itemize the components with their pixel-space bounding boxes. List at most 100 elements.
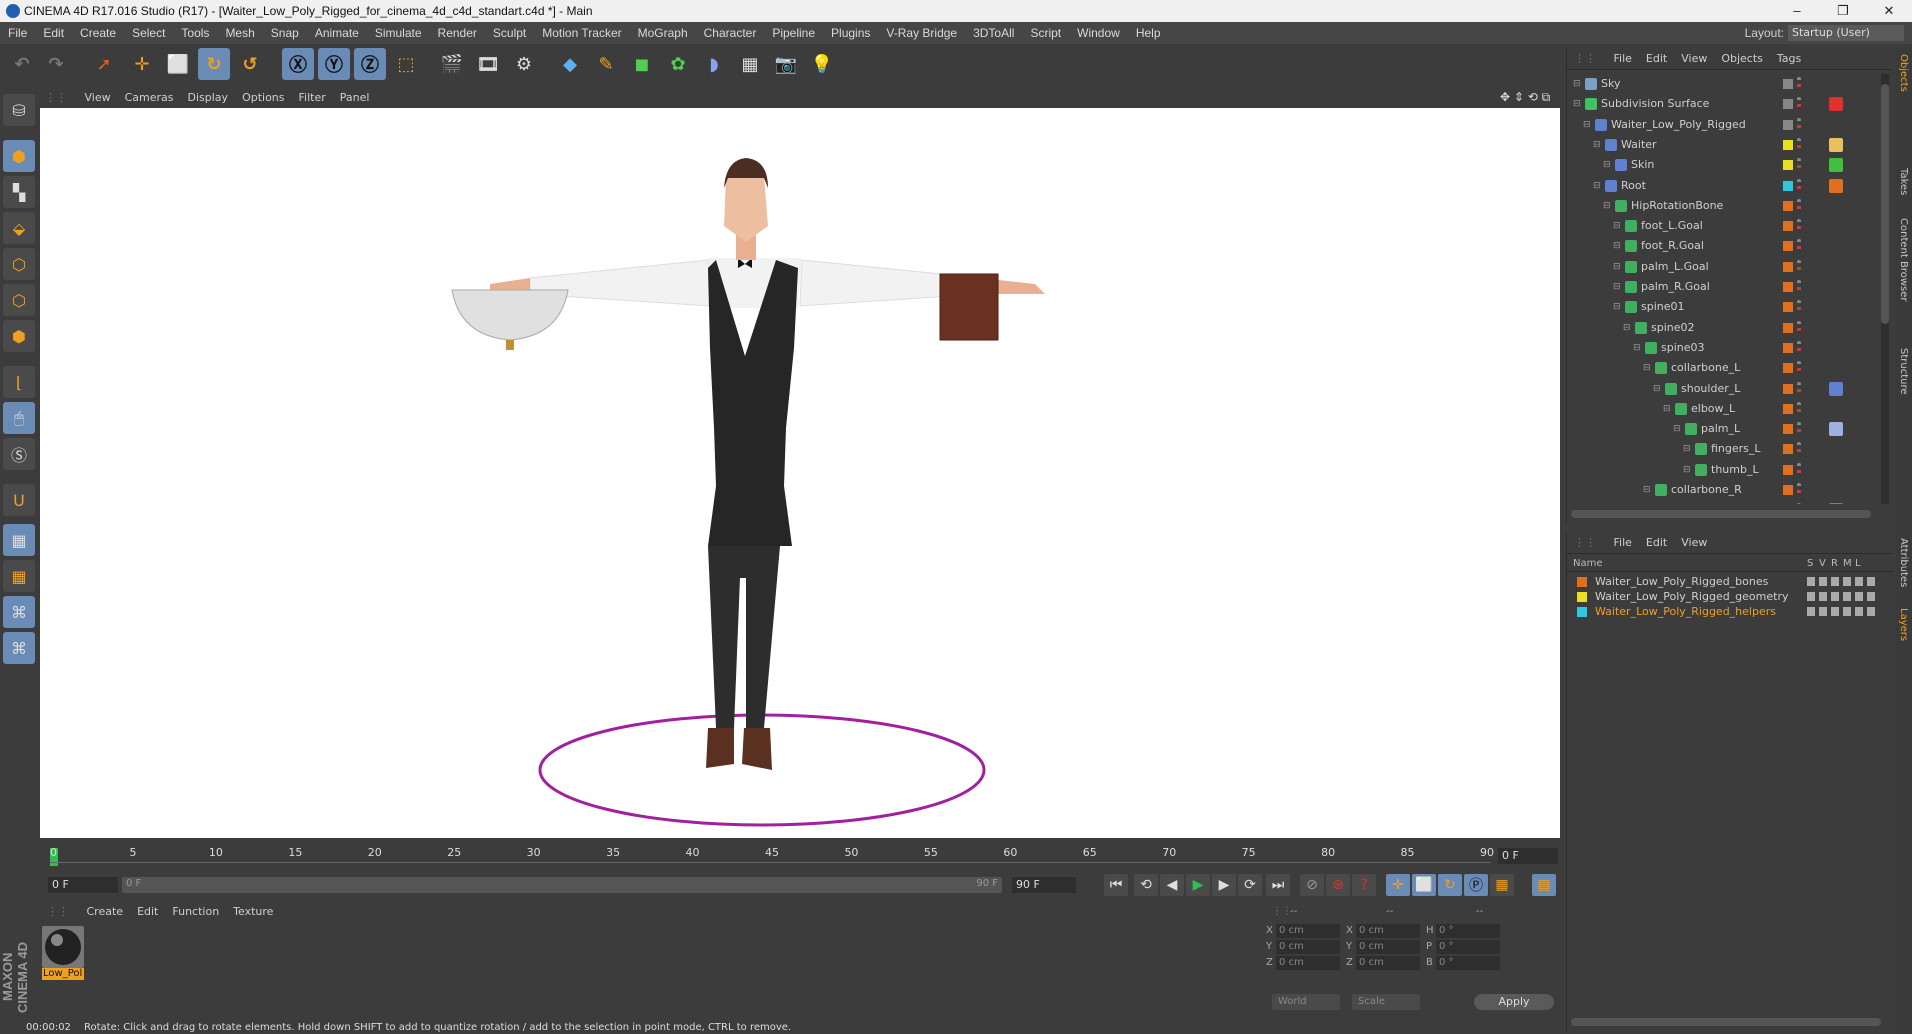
menu-render[interactable]: Render (430, 22, 485, 44)
object-row[interactable]: ⊟ palm_R.Goal (1569, 277, 1889, 297)
object-name[interactable]: collarbone_R (1671, 480, 1742, 500)
key-scale-icon[interactable]: ⬜ (1412, 874, 1436, 896)
expand-icon[interactable]: ⊟ (1623, 318, 1635, 333)
array-icon[interactable]: ✿ (662, 48, 694, 80)
menu-character[interactable]: Character (696, 22, 765, 44)
object-manager-h-scrollbar[interactable] (1571, 510, 1871, 518)
next-key-icon[interactable]: ⟳ (1238, 874, 1262, 896)
menu-mesh[interactable]: Mesh (217, 22, 262, 44)
key-rotation-icon[interactable]: ↻ (1438, 874, 1462, 896)
menu-select[interactable]: Select (124, 22, 173, 44)
viewport-menu-options[interactable]: Options (235, 88, 291, 108)
object-tag-icon[interactable] (1829, 137, 1843, 152)
menu-help[interactable]: Help (1128, 22, 1169, 44)
object-name[interactable]: shoulder_L (1681, 379, 1740, 399)
object-menu-edit[interactable]: Edit (1639, 48, 1674, 70)
floor-icon[interactable]: ▦ (734, 48, 766, 80)
timeline-ruler[interactable]: 0 5 10 15 20 25 30 35 40 45 50 55 60 65 70 75 80 85 90 (50, 842, 1494, 868)
visibility-dots-icon[interactable] (1797, 300, 1801, 315)
object-name[interactable]: Subdivision Surface (1601, 94, 1709, 114)
polygons-mode-icon[interactable]: ⬢ (3, 320, 35, 352)
expand-icon[interactable]: ⊟ (1643, 480, 1655, 495)
object-row[interactable]: ⊟ Waiter (1569, 135, 1889, 155)
menu-mograph[interactable]: MoGraph (630, 22, 696, 44)
layer-row[interactable]: Waiter_Low_Poly_Rigged_bones (1573, 574, 1883, 589)
current-frame-field[interactable]: 0 F (1498, 848, 1558, 864)
object-row[interactable]: ⊟ fingers_L (1569, 439, 1889, 459)
undo-icon[interactable]: ↶ (6, 48, 38, 80)
autokey-icon[interactable]: ⊛ (1326, 874, 1350, 896)
coord-value-field[interactable]: 0 cm (1276, 940, 1340, 954)
layer-color-swatch[interactable] (1783, 99, 1793, 110)
previous-frame-icon[interactable]: ◀ (1160, 874, 1184, 896)
expand-icon[interactable]: ⊟ (1683, 439, 1695, 454)
coord-value-field[interactable]: 0 cm (1356, 956, 1420, 970)
viewport-menu-cameras[interactable]: Cameras (118, 88, 181, 108)
coord-value-field[interactable]: 0 ° (1436, 956, 1500, 970)
object-menu-view[interactable]: View (1674, 48, 1714, 70)
visibility-dots-icon[interactable] (1797, 178, 1801, 193)
object-row[interactable]: ⊟ HipRotationBone (1569, 196, 1889, 216)
layer-color-swatch[interactable] (1783, 180, 1793, 191)
visibility-dots-icon[interactable] (1797, 137, 1801, 152)
start-frame-field[interactable]: 0 F (48, 877, 118, 893)
rotate-view-icon[interactable]: ⟲ (1528, 90, 1538, 104)
layer-menu-edit[interactable]: Edit (1639, 532, 1674, 554)
python-script-icon[interactable]: ⌘ (3, 632, 35, 664)
expand-icon[interactable]: ⊟ (1683, 460, 1695, 475)
layer-name[interactable]: Waiter_Low_Poly_Rigged_geometry (1595, 589, 1789, 604)
timeline[interactable]: 0 5 10 15 20 25 30 35 40 45 50 55 60 65 70 75 80 85 90 0 F (40, 840, 1560, 872)
y-axis-icon[interactable]: Ⓨ (318, 48, 350, 80)
key-position-icon[interactable]: ✛ (1386, 874, 1410, 896)
layer-color-swatch[interactable] (1783, 139, 1793, 150)
layer-color-swatch[interactable] (1783, 383, 1793, 394)
visibility-dots-icon[interactable] (1797, 198, 1801, 213)
object-tag-icon[interactable] (1829, 158, 1843, 173)
object-row[interactable]: ⊟ foot_L.Goal (1569, 216, 1889, 236)
object-row[interactable]: ⊟ Waiter_Low_Poly_Rigged (1569, 115, 1889, 135)
object-name[interactable]: Waiter (1621, 135, 1657, 155)
expand-icon[interactable]: ⊟ (1593, 135, 1605, 150)
object-name[interactable]: shoulder_R (1681, 500, 1742, 504)
object-row[interactable]: ⊟ elbow_L (1569, 399, 1889, 419)
expand-icon[interactable]: ⊟ (1653, 500, 1665, 504)
viewport-menu-filter[interactable]: Filter (292, 88, 333, 108)
expand-icon[interactable]: ⊟ (1663, 399, 1675, 414)
object-name[interactable]: Skin (1631, 155, 1654, 175)
object-tag-icon[interactable] (1829, 97, 1843, 112)
right-tab-structure[interactable]: Structure (1898, 348, 1909, 395)
play-icon[interactable]: ▶ (1186, 874, 1210, 896)
snapping-icon[interactable]: Ⓢ (3, 438, 35, 470)
expand-icon[interactable]: ⊟ (1613, 297, 1625, 312)
viewport-menu-display[interactable]: Display (181, 88, 236, 108)
render-settings-icon[interactable]: ⚙ (508, 48, 540, 80)
layer-flags-icon[interactable] (1807, 577, 1877, 586)
menu-edit[interactable]: Edit (35, 22, 72, 44)
timeline-window-icon[interactable]: ▤ (1532, 874, 1556, 896)
go-to-end-icon[interactable]: ⏭ (1266, 874, 1290, 896)
layer-name[interactable]: Waiter_Low_Poly_Rigged_helpers (1595, 604, 1776, 619)
menu-animate[interactable]: Animate (307, 22, 367, 44)
object-name[interactable]: HipRotationBone (1631, 196, 1723, 216)
right-tab-content-browser[interactable]: Content Browser (1898, 218, 1909, 301)
python-icon[interactable]: ⌘ (3, 596, 35, 628)
layer-color-swatch[interactable] (1783, 241, 1793, 252)
edges-mode-icon[interactable]: ⬡ (3, 284, 35, 316)
object-row[interactable]: ⊟ palm_L.Goal (1569, 257, 1889, 277)
expand-icon[interactable]: ⊟ (1613, 216, 1625, 231)
3d-viewport[interactable] (40, 108, 1560, 838)
visibility-dots-icon[interactable] (1797, 483, 1801, 497)
minimize-button[interactable]: – (1774, 0, 1820, 22)
material-menu-edit[interactable]: Edit (130, 902, 165, 922)
menu-sculpt[interactable]: Sculpt (485, 22, 534, 44)
zoom-view-icon[interactable]: ⇕ (1514, 90, 1524, 104)
menu-tools[interactable]: Tools (173, 22, 217, 44)
material-menu-create[interactable]: Create (80, 902, 131, 922)
model-mode-icon[interactable]: ⬢ (3, 140, 35, 172)
menu-v-ray-bridge[interactable]: V-Ray Bridge (878, 22, 965, 44)
layer-color-swatch[interactable] (1577, 577, 1587, 587)
move-tool-icon[interactable]: ✛ (126, 48, 158, 80)
cube-object-icon[interactable]: ◆ (554, 48, 586, 80)
frame-range-slider[interactable]: 0 F 90 F (122, 877, 1002, 893)
coordinate-system-icon[interactable]: ⬚ (390, 48, 422, 80)
